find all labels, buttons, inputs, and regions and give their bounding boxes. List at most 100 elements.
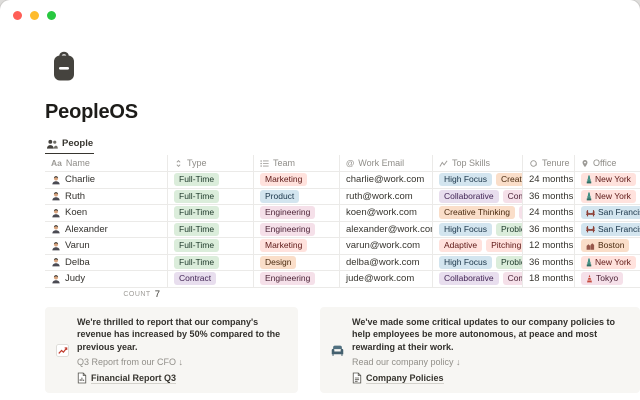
tag-label: Full-Time bbox=[179, 207, 214, 218]
close-window-button[interactable] bbox=[13, 11, 22, 20]
cell-tenure[interactable]: 24 months bbox=[523, 172, 575, 188]
houses-icon bbox=[586, 242, 595, 250]
cell-type[interactable]: Contract bbox=[168, 271, 254, 287]
column-header-office[interactable]: Office bbox=[575, 155, 640, 171]
tag: High Focus bbox=[439, 223, 492, 236]
cell-team[interactable]: Marketing bbox=[254, 172, 340, 188]
cell-skills[interactable]: High Focus Problem Solver bbox=[433, 255, 523, 271]
column-header-team[interactable]: Team bbox=[254, 155, 340, 171]
cell-team[interactable]: Marketing bbox=[254, 238, 340, 254]
table-row: Koen Full-Time Engineering koen@work.com Cre… bbox=[45, 205, 640, 222]
cell-type[interactable]: Full-Time bbox=[168, 189, 254, 205]
cell-tenure[interactable]: 12 months bbox=[523, 238, 575, 254]
cell-skills[interactable]: Creative ThinkingCommunication bbox=[433, 205, 523, 221]
tag-label: Marketing bbox=[265, 174, 302, 185]
cell-team[interactable]: Product bbox=[254, 189, 340, 205]
email-value: ruth@work.com bbox=[346, 191, 413, 202]
cell-name[interactable]: Alexander bbox=[45, 222, 168, 238]
page-chart-icon bbox=[77, 372, 87, 384]
cell-name[interactable]: Judy bbox=[45, 271, 168, 287]
cell-team[interactable]: Engineering bbox=[254, 222, 340, 238]
tag: Full-Time bbox=[174, 206, 219, 219]
couch-icon bbox=[331, 317, 344, 385]
cell-email[interactable]: koen@work.com bbox=[340, 205, 433, 221]
cell-name[interactable]: Charlie bbox=[45, 172, 168, 188]
cell-skills[interactable]: AdaptivePitchingContributor bbox=[433, 238, 523, 254]
tag: High Focus bbox=[439, 173, 492, 186]
tab-people-label: People bbox=[62, 138, 93, 149]
cell-team[interactable]: Engineering bbox=[254, 205, 340, 221]
cell-name[interactable]: Koen bbox=[45, 205, 168, 221]
link-company-policies[interactable]: Company Policies bbox=[352, 372, 629, 384]
cell-office[interactable]: New York bbox=[575, 189, 640, 205]
table-row: Charlie Full-Time Marketing charlie@work.co… bbox=[45, 172, 640, 189]
cell-name[interactable]: Varun bbox=[45, 238, 168, 254]
person-name: Charlie bbox=[65, 174, 95, 185]
tag: Problem Solver bbox=[496, 256, 523, 269]
column-label-office: Office bbox=[593, 158, 616, 168]
tag-label: Marketing bbox=[265, 240, 302, 251]
cell-skills[interactable]: CollaborativeCommunication bbox=[433, 189, 523, 205]
cell-email[interactable]: delba@work.com bbox=[340, 255, 433, 271]
link-financial-report[interactable]: Financial Report Q3 bbox=[77, 372, 287, 384]
column-label-skills: Top Skills bbox=[452, 158, 490, 168]
column-header-skills[interactable]: Top Skills bbox=[433, 155, 523, 171]
table-count[interactable]: COUNT 7 bbox=[45, 288, 168, 302]
cell-team[interactable]: Engineering bbox=[254, 271, 340, 287]
cell-skills[interactable]: High FocusCreative Thinking bbox=[433, 172, 523, 188]
cell-office[interactable]: Boston bbox=[575, 238, 640, 254]
backpack-icon[interactable] bbox=[52, 50, 76, 82]
cell-email[interactable]: jude@work.com bbox=[340, 271, 433, 287]
tag: Adaptive bbox=[439, 239, 482, 252]
person-name: Koen bbox=[65, 207, 87, 218]
column-header-name[interactable]: AaName bbox=[45, 155, 168, 171]
callout-policies-text: We've made some critical updates to our … bbox=[352, 316, 629, 354]
minimize-window-button[interactable] bbox=[30, 11, 39, 20]
tag-label: Engineering bbox=[265, 224, 310, 235]
tag: San Francisco bbox=[581, 206, 640, 219]
person-name: Varun bbox=[65, 240, 90, 251]
cell-type[interactable]: Full-Time bbox=[168, 222, 254, 238]
cell-tenure[interactable]: 36 months bbox=[523, 222, 575, 238]
cell-office[interactable]: New York bbox=[575, 172, 640, 188]
tenure-value: 12 months bbox=[529, 240, 573, 251]
column-header-type[interactable]: Type bbox=[168, 155, 254, 171]
cell-skills[interactable]: High FocusProblem Solver bbox=[433, 222, 523, 238]
tag: Full-Time bbox=[174, 190, 219, 203]
cell-type[interactable]: Full-Time bbox=[168, 255, 254, 271]
cell-tenure[interactable]: 36 months bbox=[523, 189, 575, 205]
tenure-value: 24 months bbox=[529, 207, 573, 218]
tag: High Focus bbox=[439, 256, 492, 269]
cell-email[interactable]: ruth@work.com bbox=[340, 189, 433, 205]
cell-type[interactable]: Full-Time bbox=[168, 238, 254, 254]
cell-tenure[interactable]: 24 months bbox=[523, 205, 575, 221]
cell-office[interactable]: New York bbox=[575, 255, 640, 271]
cell-office[interactable]: Tokyo bbox=[575, 271, 640, 287]
cell-office[interactable]: San Francisco bbox=[575, 205, 640, 221]
column-header-email[interactable]: @Work Email bbox=[340, 155, 433, 171]
cell-email[interactable]: varun@work.com bbox=[340, 238, 433, 254]
cell-skills[interactable]: CollaborativeCommunication bbox=[433, 271, 523, 287]
cell-tenure[interactable]: 18 months bbox=[523, 271, 575, 287]
cell-office[interactable]: San Francisco bbox=[575, 222, 640, 238]
email-value: varun@work.com bbox=[346, 240, 420, 251]
cell-team[interactable]: Design bbox=[254, 255, 340, 271]
column-label-email: Work Email bbox=[358, 158, 404, 168]
tab-people[interactable]: People bbox=[45, 136, 94, 154]
cell-tenure[interactable]: 36 months bbox=[523, 255, 575, 271]
tag: Contract bbox=[174, 272, 216, 285]
cell-name[interactable]: Ruth bbox=[45, 189, 168, 205]
cell-email[interactable]: alexander@work.com bbox=[340, 222, 433, 238]
column-label-type: Type bbox=[187, 158, 207, 168]
cell-type[interactable]: Full-Time bbox=[168, 205, 254, 221]
column-header-tenure[interactable]: Tenure bbox=[523, 155, 575, 171]
link-company-policies-label: Company Policies bbox=[366, 373, 444, 385]
tag: New York bbox=[581, 190, 636, 203]
cell-name[interactable]: Delba bbox=[45, 255, 168, 271]
column-label-name: Name bbox=[66, 158, 90, 168]
cell-email[interactable]: charlie@work.com bbox=[340, 172, 433, 188]
skills-icon bbox=[439, 159, 448, 168]
tag-label: Communication bbox=[508, 191, 523, 202]
cell-type[interactable]: Full-Time bbox=[168, 172, 254, 188]
email-value: koen@work.com bbox=[346, 207, 417, 218]
